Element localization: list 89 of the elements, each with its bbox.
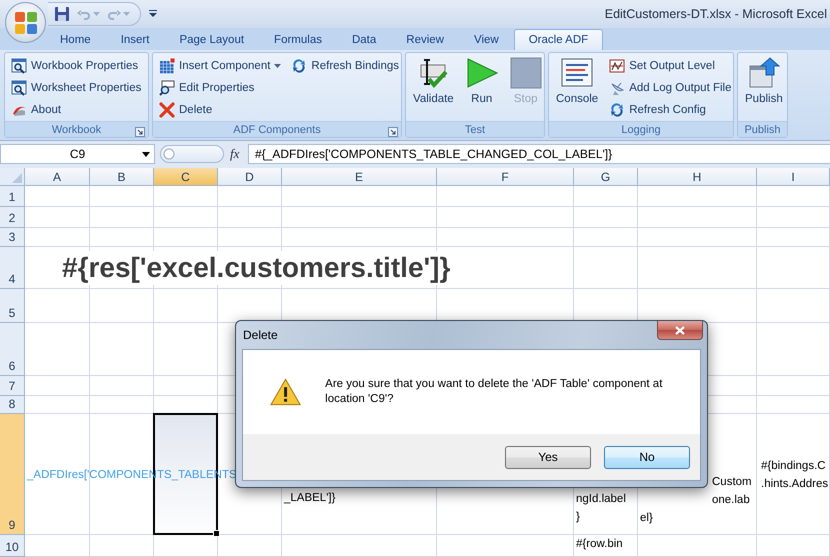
- column-header[interactable]: G: [574, 168, 638, 186]
- row-header[interactable]: 10: [0, 535, 25, 557]
- column-header[interactable]: B: [90, 168, 154, 186]
- upload-arrow-icon: [748, 57, 780, 89]
- group-title: Workbook: [52, 124, 102, 136]
- ribbon-tab[interactable]: Insert: [106, 29, 164, 50]
- name-box[interactable]: C9: [0, 144, 155, 164]
- group-title: ADF Components: [233, 124, 321, 136]
- window-title: EditCustomers-DT.xlsx - Microsoft Excel: [604, 7, 828, 21]
- satellite-dish-icon: [609, 80, 626, 96]
- refresh-icon: [291, 58, 308, 74]
- cell-text: Custom one.lab el}: [640, 475, 752, 526]
- handle-icon: [163, 148, 175, 160]
- dialog-button[interactable]: Yes: [505, 446, 591, 468]
- row-header[interactable]: 4: [0, 247, 25, 289]
- ribbon-tab[interactable]: Home: [45, 29, 106, 50]
- delete-icon: [159, 102, 175, 118]
- ribbon-button[interactable]: Delete: [157, 99, 284, 121]
- cell-text: _LABEL']}: [284, 491, 336, 506]
- ribbon-tab[interactable]: Formulas: [259, 29, 337, 50]
- sheet-title: #{res['excel.customers.title']}: [62, 251, 452, 285]
- ribbon-button[interactable]: Edit Properties: [157, 77, 284, 99]
- line-chart-icon: [609, 58, 626, 74]
- row-header[interactable]: 3: [0, 228, 25, 247]
- row-header[interactable]: 7: [0, 376, 25, 396]
- dialog-message: Are you sure that you want to delete the 'ADF Table' component at location 'C9'?: [325, 377, 664, 407]
- formula-field[interactable]: #{_ADFDIres['COMPONENTS_TABLE_CHANGED_COL_LABEL']}: [248, 144, 830, 164]
- stop-icon: [510, 57, 542, 89]
- column-header[interactable]: I: [757, 168, 830, 186]
- insert-function-button[interactable]: fx: [230, 146, 248, 162]
- ribbon-button[interactable]: Set Output Level: [607, 55, 734, 77]
- magnifier-icon: [159, 80, 175, 96]
- caret-icon: [149, 10, 157, 18]
- ribbon-tab[interactable]: View: [459, 29, 514, 50]
- column-header[interactable]: C: [154, 168, 218, 186]
- caret-icon: [93, 12, 100, 16]
- column-header[interactable]: H: [638, 168, 757, 186]
- window-magnifier-icon: [11, 80, 27, 96]
- play-icon: [466, 57, 498, 89]
- row-header[interactable]: 2: [0, 207, 25, 228]
- row-header[interactable]: 9: [0, 414, 25, 535]
- dialog-launcher-button[interactable]: [135, 125, 145, 135]
- ribbon-tab[interactable]: Oracle ADF: [514, 29, 604, 50]
- group-title: Logging: [621, 124, 661, 136]
- save-button[interactable]: [54, 5, 70, 23]
- cell-text: #{bindings.C .hints.Addres: [761, 459, 828, 492]
- ribbon-tab[interactable]: Review: [391, 29, 459, 50]
- caret-icon: [142, 152, 150, 156]
- ribbon-tab[interactable]: Page Layout: [164, 29, 260, 50]
- ribbon-button[interactable]: Refresh Bindings: [289, 55, 401, 77]
- triangle-icon: [12, 173, 22, 183]
- grid-icon: [159, 58, 175, 74]
- refresh-icon: [609, 102, 626, 118]
- ribbon-button[interactable]: Validate: [410, 55, 457, 121]
- warning-icon: [270, 378, 302, 406]
- ribbon-tab[interactable]: Data: [336, 29, 392, 50]
- dialog-launcher-button[interactable]: [388, 125, 398, 135]
- row-header[interactable]: 5: [0, 289, 25, 323]
- ribbon-button[interactable]: About: [9, 99, 144, 121]
- row-header[interactable]: 8: [0, 396, 25, 414]
- launcher-icon: [388, 127, 398, 137]
- ribbon-button[interactable]: Run: [462, 55, 501, 121]
- group-title: Test: [464, 124, 486, 136]
- close-icon: [675, 326, 685, 334]
- office-logo-icon: [14, 10, 38, 34]
- cell-text: ngId.label }: [576, 492, 626, 525]
- window-magnifier-icon: [11, 58, 27, 74]
- launcher-icon: [135, 127, 145, 137]
- ribbon-button[interactable]: Workbook Properties: [9, 55, 144, 77]
- ribbon-button[interactable]: Worksheet Properties: [9, 77, 144, 99]
- row-header[interactable]: 1: [0, 186, 25, 207]
- column-header[interactable]: D: [218, 168, 282, 186]
- group-title: Publish: [744, 124, 781, 136]
- ribbon-button[interactable]: Console: [553, 55, 602, 121]
- ribbon-button[interactable]: Publish: [742, 55, 786, 121]
- ribbon-button[interactable]: Add Log Output File: [607, 77, 734, 99]
- dialog-title: Delete: [243, 328, 278, 342]
- list-icon: [561, 57, 594, 89]
- column-header[interactable]: E: [282, 168, 437, 186]
- close-button[interactable]: [657, 321, 703, 340]
- ribbon-button[interactable]: Insert Component: [157, 55, 284, 77]
- column-header[interactable]: A: [25, 168, 90, 186]
- caret-icon: [274, 64, 282, 68]
- column-header[interactable]: F: [437, 168, 574, 186]
- row-header[interactable]: 6: [0, 323, 25, 376]
- dialog-button[interactable]: No: [604, 446, 690, 468]
- cell-text: #{row.bin: [576, 537, 623, 552]
- caret-icon: [123, 12, 130, 16]
- ribbon-button[interactable]: Refresh Config: [607, 99, 734, 121]
